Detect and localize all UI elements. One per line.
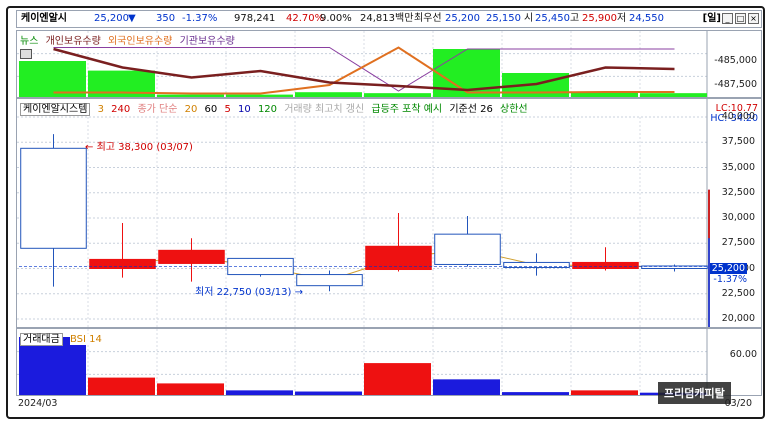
open-price: 25,450 (535, 13, 570, 24)
trading-value-bar (433, 379, 500, 395)
legend-baseline[interactable]: 기준선 26 (449, 104, 493, 115)
holding-bar (295, 92, 362, 97)
ratio-1: 42.70% (286, 13, 325, 24)
stock-name[interactable]: 케이엔알시 (21, 11, 67, 27)
ask-label: 최우선 (414, 13, 442, 24)
last-change-tag: -1.37% (713, 274, 747, 285)
legend-ma-type[interactable]: 종가 단순 (137, 104, 177, 115)
volume-legend: 거래대금 BSI 14 (20, 330, 106, 346)
trade-amount: 24,813백만 (360, 13, 414, 24)
change-arrow-icon: ▼ (128, 13, 136, 24)
legend-stock-name[interactable]: 케이엔알시스템 (20, 103, 91, 116)
volume-panel: 거래대금 BSI 14 60.00 (16, 328, 762, 396)
trading-value-bar (295, 391, 362, 395)
legend-surge-detect[interactable]: 급등주 포착 예시 (371, 104, 442, 115)
legend-ma-5[interactable]: 5 (224, 104, 230, 115)
legend-trading-value[interactable]: 거래대금 (20, 333, 63, 346)
legend-institution[interactable]: 기관보유수량 (180, 36, 235, 47)
y-tick-price: 35,000 (721, 161, 755, 173)
legend-news[interactable]: 뉴스 (20, 36, 38, 47)
date-axis: 2024/03 03/20 (16, 398, 762, 412)
candle-body (434, 233, 501, 265)
y-tick-price: 40,000 (721, 111, 755, 122)
change-value: 350 (156, 13, 176, 24)
legend-individual[interactable]: 개인보유수량 (46, 36, 101, 47)
y-tick-price: 20,000 (721, 313, 755, 324)
ask-price-1: 25,200 (445, 13, 480, 24)
holding-bar (640, 93, 707, 97)
legend-volume-high[interactable]: 거래량 최고치 갱신 (284, 104, 364, 115)
legend-upper-limit[interactable]: 상한선 (500, 104, 528, 115)
legend-ma-60[interactable]: 60 (205, 104, 218, 115)
chart-window: 케이엔알시 25,200 ▼ 350 -1.37% 978,241 42.70%… (6, 6, 765, 419)
y-tick-top-2: -487,500 (714, 79, 757, 90)
watermark: 프리덤캐피탈 (658, 382, 731, 404)
volume: 978,241 (234, 13, 276, 24)
legend-foreign[interactable]: 외국인보유수량 (108, 36, 172, 47)
legend-ma-10[interactable]: 10 (238, 104, 251, 115)
candle-body (296, 274, 363, 287)
candle-body (365, 245, 432, 271)
trading-value-bar (88, 377, 155, 395)
close-icon[interactable]: × (748, 13, 759, 24)
open-label: 시 (524, 13, 534, 24)
high-annotation-text: 최고 38,300 (03/07) (96, 142, 193, 153)
maximize-icon[interactable]: □ (735, 13, 746, 24)
holdings-legend: 뉴스 개인보유수량 외국인보유수량 기관보유수량 (20, 32, 239, 47)
y-tick-price: 37,500 (721, 136, 755, 148)
current-price: 25,200 (94, 13, 129, 24)
trading-value-bar (226, 390, 293, 395)
low-annotation: 최저 22,750 (03/13) → (195, 283, 303, 298)
candle-body (158, 249, 225, 264)
candle-body (89, 258, 156, 270)
period-label[interactable]: [일] (703, 11, 721, 27)
y-tick-price: 30,000 (721, 212, 755, 223)
minimize-icon[interactable]: _ (722, 13, 733, 24)
toolbar-icon[interactable] (20, 49, 32, 59)
legend-bsi[interactable]: BSI 14 (70, 334, 102, 345)
y-tick-price: 22,500 (721, 287, 755, 299)
low-label: 저 (617, 13, 627, 24)
ask-price-2: 25,150 (486, 13, 521, 24)
y-tick-top-1: -485,000 (714, 55, 757, 66)
trading-value-chart (17, 329, 708, 395)
change-percent: -1.37% (182, 13, 218, 24)
y-tick-bottom: 60.00 (729, 349, 757, 360)
low-price: 24,550 (629, 13, 664, 24)
candle-body (20, 147, 87, 249)
ratio-2: 9.00% (320, 13, 352, 24)
y-tick-price: 27,500 (721, 237, 755, 249)
legend-ma-120[interactable]: 120 (258, 104, 277, 115)
holding-bar (364, 93, 431, 97)
low-annotation-text: 최저 22,750 (03/13) (195, 287, 292, 298)
window-controls: _ □ × (722, 13, 759, 24)
right-arrow-icon: → (294, 287, 303, 298)
price-panel: 케이엔알시스템 3 240 종가 단순 20 60 5 10 120 거래량 최… (16, 98, 762, 328)
legend-ma-20[interactable]: 20 (185, 104, 198, 115)
trading-value-bar (364, 363, 431, 395)
candle-body (572, 261, 639, 270)
trading-value-bar (571, 390, 638, 395)
holding-bar (226, 94, 293, 97)
holdings-panel: 뉴스 개인보유수량 외국인보유수량 기관보유수량 -485,000 -487,5… (16, 30, 762, 98)
price-chart (17, 99, 710, 327)
high-label: 고 (570, 13, 580, 24)
high-annotation: ← 최고 38,300 (03/07) (85, 138, 193, 153)
legend-p1[interactable]: 3 (98, 104, 104, 115)
start-date: 2024/03 (18, 398, 58, 409)
legend-p2[interactable]: 240 (111, 104, 130, 115)
last-price-tag: 25,200 (709, 263, 747, 274)
high-price: 25,900 (582, 13, 617, 24)
price-legend: 케이엔알시스템 3 240 종가 단순 20 60 5 10 120 거래량 최… (20, 100, 532, 116)
trading-value-bar (157, 383, 224, 395)
quote-header: 케이엔알시 25,200 ▼ 350 -1.37% 978,241 42.70%… (16, 10, 762, 28)
left-arrow-icon: ← (85, 142, 94, 153)
trading-value-bar (502, 392, 569, 395)
y-tick-price: 32,500 (721, 186, 755, 198)
holding-bar (157, 94, 224, 97)
